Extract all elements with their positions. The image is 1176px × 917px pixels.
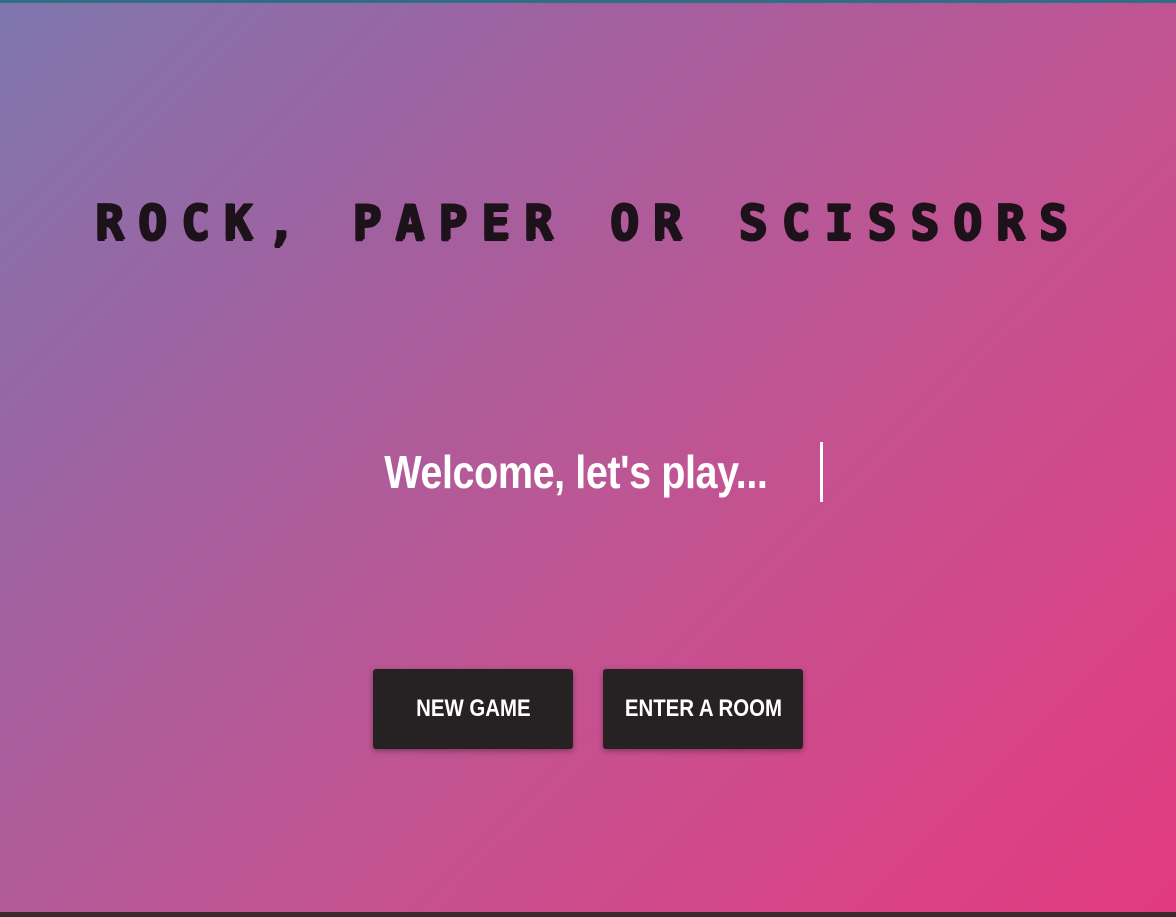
typing-caret <box>820 442 824 502</box>
enter-room-label: ENTER A ROOM <box>624 695 782 722</box>
new-game-label: NEW GAME <box>415 695 531 722</box>
bottom-border <box>0 912 1176 917</box>
menu-buttons: NEW GAME ENTER A ROOM <box>0 669 1176 749</box>
welcome-message: Welcome, let's play... <box>383 446 768 498</box>
enter-room-button[interactable]: ENTER A ROOM <box>603 669 803 749</box>
game-title: ROCK, PAPER OR SCISSORS <box>94 195 1082 252</box>
welcome-area: Welcome, let's play... <box>0 439 1176 505</box>
new-game-button[interactable]: NEW GAME <box>373 669 573 749</box>
game-screen: ROCK, PAPER OR SCISSORS Welcome, let's p… <box>0 3 1176 912</box>
